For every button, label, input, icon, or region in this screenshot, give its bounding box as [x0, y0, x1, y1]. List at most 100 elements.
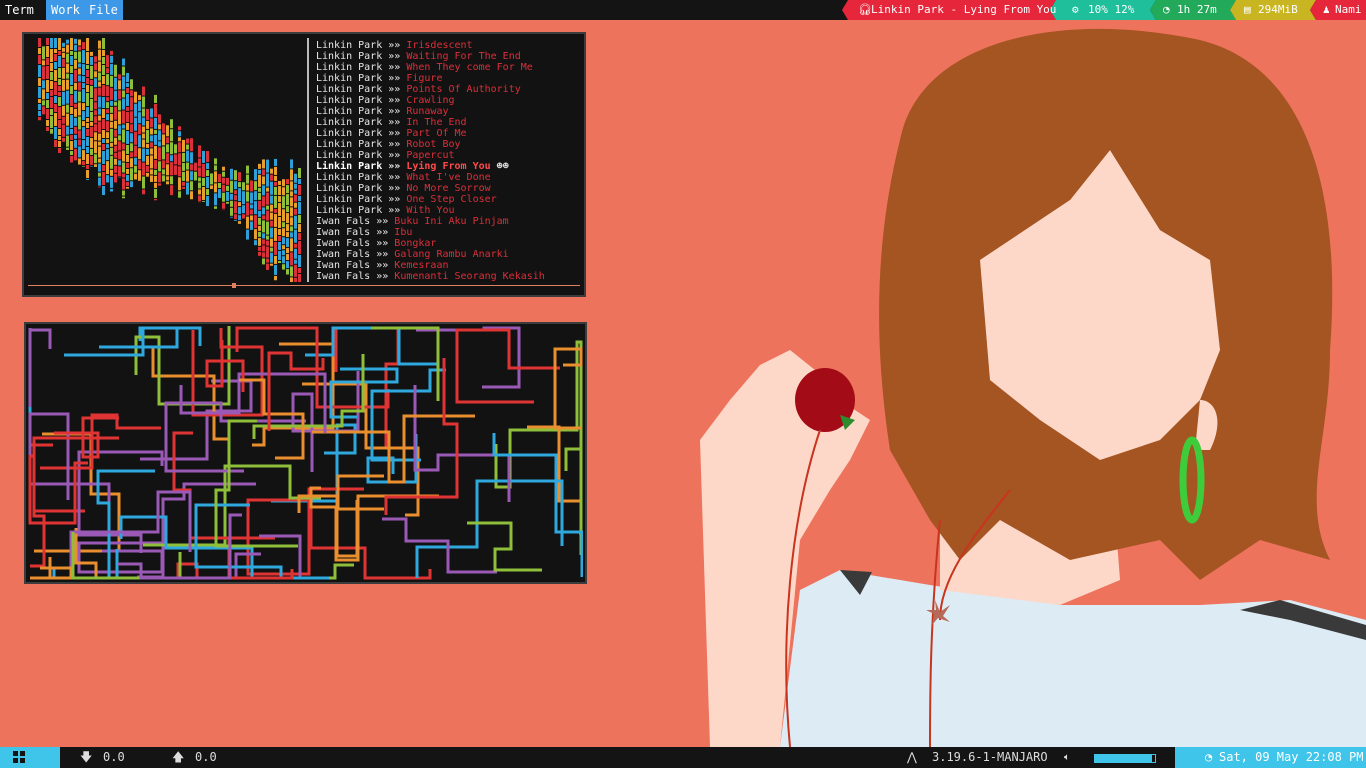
visualizer-bar [258, 251, 261, 256]
visualizer-bar [134, 165, 137, 173]
track-artist: Linkin Park [316, 128, 383, 139]
visualizer-bar [86, 70, 89, 77]
playlist-item[interactable]: Linkin Park »» Runaway [316, 106, 449, 117]
ncmpcpp-window[interactable]: Linkin Park »» Irisdescent Linkin Park »»… [22, 32, 586, 297]
visualizer-bar [246, 184, 249, 191]
track-artist: Linkin Park [316, 95, 383, 106]
playlist-item[interactable]: Iwan Fals »» Kemesraan [316, 260, 448, 271]
workspace-work[interactable]: Work [46, 0, 85, 20]
track-title: Irisdescent [406, 40, 473, 51]
visualizer-bar [258, 210, 261, 217]
visualizer-bar [258, 246, 261, 251]
playlist-item[interactable]: Linkin Park »» When They come For Me [316, 62, 533, 73]
visualizer-bar [110, 75, 113, 87]
playlist-item[interactable]: Iwan Fals »» Galang Rambu Anarki [316, 249, 509, 260]
bottom-panel: 🡇︎ 0.0 🡅︎ 0.0 ⋀ 3.19.6-1-MANJARO 🔈︎ ◔ Sa… [0, 747, 1366, 768]
menu-button[interactable] [0, 747, 60, 768]
separator: »» [388, 150, 401, 161]
visualizer-bar [42, 100, 45, 106]
visualizer-bar [290, 159, 293, 169]
track-artist: Linkin Park [316, 40, 383, 51]
playlist-item[interactable]: Linkin Park »» Irisdescent [316, 40, 473, 51]
visualizer-bar [90, 165, 93, 167]
visualizer-bar [78, 75, 81, 82]
visualizer-bar [98, 121, 101, 133]
pipes-terminal-window[interactable] [24, 322, 587, 584]
visualizer-bar [50, 116, 53, 128]
playlist-item[interactable]: Linkin Park »» Points Of Authority [316, 84, 521, 95]
visualizer-bar [82, 83, 85, 89]
visualizer-bar [170, 176, 173, 185]
visualizer-bar [110, 100, 113, 106]
visualizer-bar [102, 130, 105, 138]
visualizer-bar [74, 69, 77, 82]
visualizer-bar [122, 124, 125, 129]
visualizer-bar [102, 57, 105, 64]
visualizer-bar [270, 168, 273, 174]
visualizer-bar [94, 56, 97, 63]
now-playing[interactable]: Linkin Park - Lying From You [871, 0, 1056, 20]
visualizer-bar [262, 252, 265, 258]
playlist-item[interactable]: Iwan Fals »» Kumenanti Seorang Kekasih [316, 271, 545, 282]
visualizer-bar [70, 115, 73, 128]
visualizer-bar [58, 51, 61, 55]
clock-segment[interactable]: ◔ Sat, 09 May 22:08 PM [1175, 747, 1366, 768]
visualizer-bar [126, 154, 129, 162]
playlist-item[interactable]: Linkin Park »» Waiting For The End [316, 51, 521, 62]
visualizer-bar [86, 147, 89, 153]
playlist-item[interactable]: Linkin Park »» No More Sorrow [316, 183, 491, 194]
playlist-item[interactable]: Linkin Park »» In The End [316, 117, 467, 128]
workspace-term[interactable]: Term [0, 0, 39, 20]
visualizer-bar [258, 163, 261, 169]
visualizer-bar [70, 38, 73, 50]
visualizer-bar [282, 264, 285, 270]
playlist-item[interactable]: Linkin Park »» Papercut [316, 150, 455, 161]
visualizer-bar [70, 129, 73, 134]
volume-bar[interactable] [1094, 754, 1156, 763]
visualizer-bar [122, 196, 125, 199]
visualizer-bar [118, 160, 121, 166]
visualizer-bar [174, 154, 177, 165]
progress-bar-position[interactable] [232, 283, 237, 288]
visualizer-bar [226, 191, 229, 201]
visualizer-bar [46, 93, 49, 99]
visualizer-bar [290, 238, 293, 252]
visualizer-bar [202, 150, 205, 163]
playlist-item[interactable]: Linkin Park »» Lying From You ☻☻ [316, 161, 509, 172]
playlist-item[interactable]: Iwan Fals »» Buku Ini Aku Pinjam [316, 216, 509, 227]
playlist-item[interactable]: Linkin Park »» Crawling [316, 95, 455, 106]
visualizer-bar [250, 192, 253, 204]
visualizer-bar [126, 122, 129, 130]
visualizer-bar [126, 130, 129, 144]
playlist-item[interactable]: Iwan Fals »» Bongkar [316, 238, 436, 249]
visualizer-bar [106, 102, 109, 109]
visualizer-bar [170, 185, 173, 196]
playlist-item[interactable]: Iwan Fals »» Ibu [316, 227, 412, 238]
visualizer-bar [234, 190, 237, 195]
visualizer-bar [110, 147, 113, 155]
playlist-item[interactable]: Linkin Park »» Robot Boy [316, 139, 461, 150]
playlist-item[interactable]: Linkin Park »» One Step Closer [316, 194, 497, 205]
visualizer-bar [274, 208, 277, 213]
visualizer-bar [142, 96, 145, 108]
visualizer-bar [190, 164, 193, 171]
playlist-item[interactable]: Linkin Park »» Part Of Me [316, 128, 467, 139]
visualizer-bar [102, 186, 105, 196]
workspace-file[interactable]: File [84, 0, 123, 20]
visualizer-bar [262, 245, 265, 252]
visualizer-bar [258, 231, 261, 237]
visualizer-bar [270, 252, 273, 263]
track-title: When They come For Me [406, 62, 533, 73]
playlist-item[interactable]: Linkin Park »» What I've Done [316, 172, 491, 183]
visualizer-bar [278, 235, 281, 241]
visualizer-bar [78, 39, 81, 46]
visualizer-bar [190, 138, 193, 152]
visualizer-bar [74, 38, 77, 44]
playlist-item[interactable]: Linkin Park »» Figure [316, 73, 442, 84]
visualizer-bar [66, 53, 69, 63]
visualizer-bar [102, 97, 105, 108]
visualizer-bar [270, 195, 273, 204]
visualizer-bar [242, 182, 245, 191]
playlist-item[interactable]: Linkin Park »» With You [316, 205, 455, 216]
visualizer-bar [134, 131, 137, 145]
